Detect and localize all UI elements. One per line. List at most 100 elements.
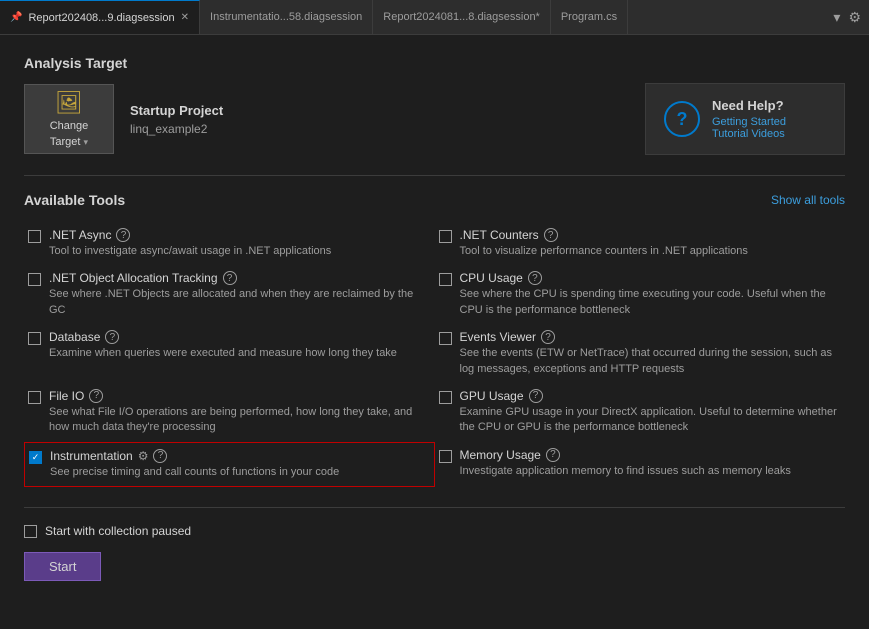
tool-name-database: Database xyxy=(49,330,100,344)
tool-checkbox-file-io[interactable] xyxy=(28,391,41,404)
collection-paused-checkbox[interactable] xyxy=(24,525,37,538)
tool-name-row-net-async: .NET Async? xyxy=(49,228,331,242)
help-text: Need Help? Getting Started Tutorial Vide… xyxy=(712,98,786,140)
tool-name-instrumentation: Instrumentation xyxy=(50,449,133,463)
startup-project-value: linq_example2 xyxy=(130,122,223,136)
tool-name-row-cpu-usage: CPU Usage? xyxy=(460,271,838,285)
tab-label: Report2024081...8.diagsession* xyxy=(383,11,540,23)
tool-name-row-net-counters: .NET Counters? xyxy=(460,228,748,242)
tool-name-row-gpu-usage: GPU Usage? xyxy=(460,389,838,403)
title-bar: 📌 Report202408...9.diagsession ✕ Instrum… xyxy=(0,0,869,35)
tool-content-file-io: File IO? See what File I/O operations are… xyxy=(49,389,427,436)
tool-desc-instrumentation: See precise timing and call counts of fu… xyxy=(50,465,339,480)
tool-help-icon-net-object-alloc[interactable]: ? xyxy=(223,271,237,285)
tool-name-net-object-alloc: .NET Object Allocation Tracking xyxy=(49,271,218,285)
tool-help-icon-database[interactable]: ? xyxy=(105,330,119,344)
dropdown-icon[interactable]: ▾ xyxy=(833,9,840,26)
tab-report2[interactable]: Report2024081...8.diagsession* xyxy=(373,0,551,34)
help-icon: ? xyxy=(664,101,700,137)
tool-checkbox-net-async[interactable] xyxy=(28,230,41,243)
tool-help-icon-gpu-usage[interactable]: ? xyxy=(529,389,543,403)
tool-content-net-object-alloc: .NET Object Allocation Tracking? See wher… xyxy=(49,271,427,318)
tab-report1[interactable]: 📌 Report202408...9.diagsession ✕ xyxy=(0,0,200,34)
tool-checkbox-memory-usage[interactable] xyxy=(439,450,452,463)
tool-name-row-file-io: File IO? xyxy=(49,389,427,403)
bottom-divider xyxy=(24,507,845,508)
change-target-button[interactable]: 🖼 Change Target ▾ xyxy=(24,84,114,154)
tool-name-row-net-object-alloc: .NET Object Allocation Tracking? xyxy=(49,271,427,285)
tool-desc-net-async: Tool to investigate async/await usage in… xyxy=(49,244,331,259)
tools-header: Available Tools Show all tools xyxy=(24,192,845,208)
tool-content-gpu-usage: GPU Usage? Examine GPU usage in your Dire… xyxy=(460,389,838,436)
tool-content-instrumentation: Instrumentation ⚙? See precise timing and … xyxy=(50,449,339,480)
tab-label: Program.cs xyxy=(561,11,617,23)
tool-help-icon-file-io[interactable]: ? xyxy=(89,389,103,403)
tool-item-instrumentation: ✓ Instrumentation ⚙? See precise timing and… xyxy=(24,442,435,487)
tool-content-net-async: .NET Async? Tool to investigate async/awa… xyxy=(49,228,331,259)
bottom-section: Start with collection paused Start xyxy=(24,524,845,581)
tool-name-row-events-viewer: Events Viewer? xyxy=(460,330,838,344)
tool-name-events-viewer: Events Viewer xyxy=(460,330,536,344)
tool-checkbox-database[interactable] xyxy=(28,332,41,345)
tab-label: Report202408...9.diagsession xyxy=(28,12,174,24)
tool-item-file-io: File IO? See what File I/O operations are… xyxy=(24,383,435,442)
tool-content-cpu-usage: CPU Usage? See where the CPU is spending … xyxy=(460,271,838,318)
tool-desc-net-counters: Tool to visualize performance counters i… xyxy=(460,244,748,259)
tool-help-icon-instrumentation[interactable]: ? xyxy=(153,449,167,463)
tool-desc-cpu-usage: See where the CPU is spending time execu… xyxy=(460,287,838,318)
tool-desc-file-io: See what File I/O operations are being p… xyxy=(49,405,427,436)
tool-desc-database: Examine when queries were executed and m… xyxy=(49,346,397,361)
tool-name-cpu-usage: CPU Usage xyxy=(460,271,523,285)
tool-checkbox-instrumentation[interactable]: ✓ xyxy=(29,451,42,464)
change-target-label: Change xyxy=(50,120,89,132)
tool-name-net-async: .NET Async xyxy=(49,228,111,242)
target-left: 🖼 Change Target ▾ Startup Project linq_e… xyxy=(24,84,223,154)
analysis-target-row: 🖼 Change Target ▾ Startup Project linq_e… xyxy=(24,83,845,155)
change-target-label2: Target ▾ xyxy=(50,136,88,148)
tool-checkbox-cpu-usage[interactable] xyxy=(439,273,452,286)
tool-checkbox-gpu-usage[interactable] xyxy=(439,391,452,404)
tool-desc-events-viewer: See the events (ETW or NetTrace) that oc… xyxy=(460,346,838,377)
tool-gear-icon-instrumentation[interactable]: ⚙ xyxy=(138,449,149,463)
settings-icon[interactable]: ⚙ xyxy=(848,9,861,26)
need-help-title: Need Help? xyxy=(712,98,786,113)
tool-desc-memory-usage: Investigate application memory to find i… xyxy=(460,464,791,479)
close-icon[interactable]: ✕ xyxy=(181,12,189,23)
tool-item-memory-usage: Memory Usage?Investigate application mem… xyxy=(435,442,846,487)
tool-name-row-database: Database? xyxy=(49,330,397,344)
tool-content-memory-usage: Memory Usage?Investigate application mem… xyxy=(460,448,791,479)
tab-program-cs[interactable]: Program.cs xyxy=(551,0,628,34)
show-all-tools-link[interactable]: Show all tools xyxy=(771,193,845,207)
tool-desc-net-object-alloc: See where .NET Objects are allocated and… xyxy=(49,287,427,318)
tool-checkbox-events-viewer[interactable] xyxy=(439,332,452,345)
start-button[interactable]: Start xyxy=(24,552,101,581)
tab-instrumentation[interactable]: Instrumentatio...58.diagsession xyxy=(200,0,373,34)
tool-desc-gpu-usage: Examine GPU usage in your DirectX applic… xyxy=(460,405,838,436)
available-tools-title: Available Tools xyxy=(24,192,125,208)
tab-label: Instrumentatio...58.diagsession xyxy=(210,11,362,23)
tools-grid: .NET Async? Tool to investigate async/awa… xyxy=(24,222,845,487)
tool-item-net-object-alloc: .NET Object Allocation Tracking? See wher… xyxy=(24,265,435,324)
collection-paused-label: Start with collection paused xyxy=(45,524,191,538)
tool-help-icon-net-async[interactable]: ? xyxy=(116,228,130,242)
tool-help-icon-net-counters[interactable]: ? xyxy=(544,228,558,242)
collection-paused-row: Start with collection paused xyxy=(24,524,845,538)
tool-name-file-io: File IO xyxy=(49,389,84,403)
tutorial-videos-link[interactable]: Tutorial Videos xyxy=(712,128,786,140)
tool-checkbox-net-counters[interactable] xyxy=(439,230,452,243)
tool-help-icon-events-viewer[interactable]: ? xyxy=(541,330,555,344)
section-title: Analysis Target xyxy=(24,55,845,71)
main-content: Analysis Target 🖼 Change Target ▾ Startu… xyxy=(0,35,869,629)
tool-item-events-viewer: Events Viewer? See the events (ETW or Net… xyxy=(435,324,846,383)
getting-started-link[interactable]: Getting Started xyxy=(712,116,786,128)
target-info: Startup Project linq_example2 xyxy=(130,103,223,136)
tool-help-icon-memory-usage[interactable]: ? xyxy=(546,448,560,462)
tool-name-row-instrumentation: Instrumentation ⚙? xyxy=(50,449,339,463)
tool-item-net-async: .NET Async? Tool to investigate async/awa… xyxy=(24,222,435,265)
tool-item-cpu-usage: CPU Usage? See where the CPU is spending … xyxy=(435,265,846,324)
tool-help-icon-cpu-usage[interactable]: ? xyxy=(528,271,542,285)
tool-item-net-counters: .NET Counters? Tool to visualize performa… xyxy=(435,222,846,265)
tool-checkbox-net-object-alloc[interactable] xyxy=(28,273,41,286)
section-divider xyxy=(24,175,845,176)
tool-content-net-counters: .NET Counters? Tool to visualize performa… xyxy=(460,228,748,259)
